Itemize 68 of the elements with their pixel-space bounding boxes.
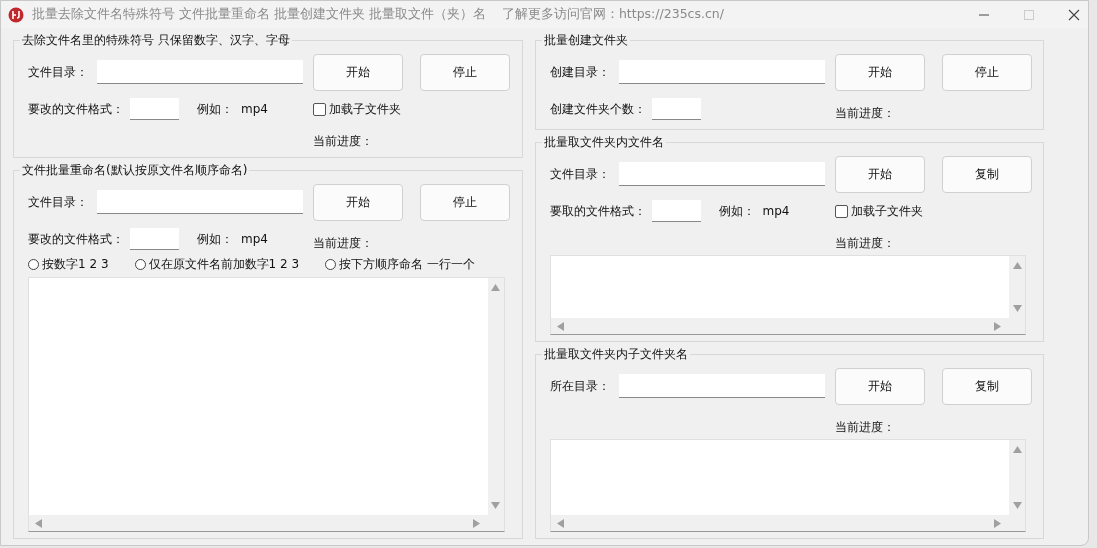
format-field[interactable] (130, 228, 179, 250)
group-title: 批量取文件夹内子文件夹名 (542, 346, 689, 363)
field-label: 创建文件夹个数： (549, 100, 646, 118)
website-note: 了解更多访问官网：https://235cs.cn/ (501, 6, 724, 23)
example-label: 例如： (197, 100, 233, 118)
close-icon[interactable] (1068, 8, 1080, 21)
field-label: 创建目录： (549, 63, 611, 81)
subfolder-checkbox[interactable]: 加载子文件夹 (313, 100, 401, 118)
progress-label: 当前进度： (834, 418, 895, 436)
radio-option[interactable]: 按数字1 2 3 (28, 255, 109, 273)
output-text-area[interactable] (549, 255, 1026, 335)
field-label: 要取的文件格式： (549, 202, 646, 220)
field-label: 文件目录： (28, 63, 89, 81)
format-field[interactable] (651, 98, 701, 120)
example-label: 例如： (718, 202, 755, 220)
scroll-up-icon[interactable] (1012, 262, 1022, 269)
example-value: mp4 (241, 232, 268, 246)
output-text-area[interactable] (549, 439, 1026, 532)
directory-field[interactable] (618, 374, 825, 398)
start-button[interactable]: 开始 (313, 53, 403, 91)
field-label: 所在目录： (549, 377, 611, 395)
app-logo-icon (8, 6, 24, 23)
action-button[interactable]: 复制 (941, 367, 1032, 405)
progress-label: 当前进度： (313, 132, 373, 150)
start-button[interactable]: 开始 (834, 53, 925, 91)
field-label: 文件目录： (28, 193, 89, 211)
scroll-right-icon[interactable] (472, 518, 480, 528)
directory-field[interactable] (97, 60, 303, 84)
scroll-left-icon[interactable] (35, 518, 42, 528)
scroll-down-icon[interactable] (1012, 305, 1022, 312)
start-button[interactable]: 开始 (313, 183, 403, 221)
start-button[interactable]: 开始 (834, 367, 925, 405)
field-label: 要改的文件格式： (28, 230, 124, 248)
action-button[interactable]: 停止 (420, 183, 510, 221)
subfolder-checkbox[interactable]: 加载子文件夹 (834, 202, 923, 220)
group-title: 去除文件名里的特殊符号 只保留数字、汉字、字母 (21, 32, 291, 49)
scroll-left-icon[interactable] (556, 518, 564, 528)
start-button[interactable]: 开始 (834, 155, 925, 193)
directory-field[interactable] (618, 162, 825, 186)
radio-option[interactable]: 仅在原文件名前加数字1 2 3 (134, 255, 300, 273)
directory-field[interactable] (97, 190, 303, 214)
action-button[interactable]: 停止 (420, 53, 510, 91)
output-text-area[interactable] (28, 277, 505, 532)
format-field[interactable] (651, 200, 701, 222)
field-label: 文件目录： (549, 165, 611, 183)
scroll-up-icon[interactable] (1012, 446, 1022, 453)
progress-label: 当前进度： (834, 234, 895, 252)
group-title: 文件批量重命名(默认按原文件名顺序命名) (21, 162, 249, 179)
scroll-down-icon[interactable] (491, 502, 500, 509)
progress-label: 当前进度： (834, 104, 895, 122)
action-button[interactable]: 停止 (941, 53, 1032, 91)
radio-option[interactable]: 按下方顺序命名 一行一个 (325, 255, 475, 273)
field-label: 要改的文件格式： (28, 100, 124, 118)
action-button[interactable]: 复制 (941, 155, 1032, 193)
example-value: mp4 (241, 102, 268, 116)
scroll-right-icon[interactable] (994, 321, 1001, 331)
format-field[interactable] (130, 98, 179, 120)
scroll-down-icon[interactable] (1012, 502, 1022, 509)
directory-field[interactable] (618, 60, 825, 84)
group-title: 批量取文件夹内文件名 (542, 134, 665, 151)
scroll-right-icon[interactable] (994, 518, 1001, 528)
scroll-left-icon[interactable] (556, 321, 564, 331)
progress-label: 当前进度： (313, 234, 373, 252)
window-title: 批量去除文件名特殊符号 文件批量重命名 批量创建文件夹 批量取文件（夹）名 (32, 6, 486, 23)
example-value: mp4 (762, 204, 790, 218)
scroll-up-icon[interactable] (491, 284, 500, 291)
group-title: 批量创建文件夹 (542, 32, 629, 49)
example-label: 例如： (197, 230, 233, 248)
